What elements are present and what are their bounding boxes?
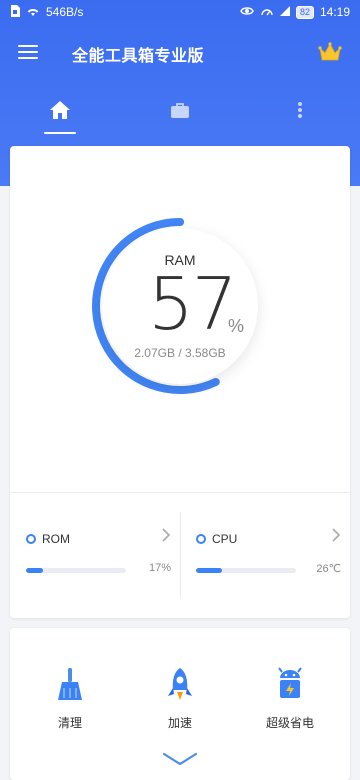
broom-icon: [50, 664, 90, 704]
app-bar: 全能工具箱专业版: [0, 30, 360, 78]
toolbox-tab[interactable]: [120, 90, 240, 134]
home-icon: [49, 100, 71, 125]
cpu-label: CPU: [212, 532, 238, 546]
vip-button[interactable]: [306, 30, 354, 78]
ram-gauge[interactable]: RAM 57 % 2.07GB / 3.58GB: [90, 216, 270, 396]
eye-icon: [240, 5, 254, 19]
more-vertical-icon: [297, 101, 303, 124]
hamburger-menu-icon: [18, 44, 38, 65]
cpu-metric[interactable]: CPU 26℃: [190, 526, 345, 586]
android-battery-icon: [270, 664, 310, 704]
memory-card: RAM 57 % 2.07GB / 3.58GB ROM 17% CPU 26℃: [10, 146, 350, 618]
rom-progress-track: [26, 568, 126, 573]
menu-button[interactable]: [0, 30, 56, 78]
chevron-right-icon: [161, 528, 171, 547]
quick-tools-card: 清理 加速 超级省电: [10, 628, 350, 780]
divider: [180, 512, 181, 598]
power-saving-label: 超级省电: [265, 716, 314, 730]
rom-metric[interactable]: ROM 17%: [20, 526, 175, 586]
rocket-icon: [160, 664, 200, 704]
crown-icon: [318, 41, 342, 67]
ram-percent-unit: %: [228, 316, 245, 336]
tab-bar: [0, 90, 360, 134]
signal-icon: [279, 5, 290, 19]
battery-indicator: 82: [295, 5, 314, 19]
ram-usage-detail: 2.07GB / 3.58GB: [134, 346, 226, 360]
rom-label: ROM: [42, 532, 70, 546]
status-bar: 546B/s 82 14:19: [0, 0, 360, 24]
clock: 14:19: [319, 5, 350, 19]
cpu-temperature: 26℃: [316, 563, 341, 575]
briefcase-icon: [170, 101, 190, 124]
power-saving-button[interactable]: 超级省电: [250, 664, 330, 744]
cpu-progress-track: [196, 568, 296, 573]
app-title: 全能工具箱专业版: [72, 48, 205, 65]
home-tab[interactable]: [0, 90, 120, 134]
rom-percent: 17%: [148, 562, 171, 574]
wifi-icon: [26, 5, 40, 20]
clean-button[interactable]: 清理: [30, 664, 110, 744]
ram-percent-value: 57: [148, 262, 238, 346]
divider: [10, 492, 350, 493]
boost-button[interactable]: 加速: [140, 664, 220, 744]
expand-button[interactable]: [160, 750, 200, 772]
network-speed: 546B/s: [46, 5, 84, 19]
cpu-progress-fill: [196, 568, 222, 573]
more-tab[interactable]: [240, 90, 360, 134]
rom-dot-icon: [26, 534, 36, 544]
clean-label: 清理: [57, 716, 82, 730]
active-tab-indicator: [44, 132, 76, 134]
cpu-dot-icon: [196, 534, 206, 544]
chevron-right-icon: [331, 528, 341, 547]
rom-progress-fill: [26, 568, 43, 573]
chevron-down-icon: [162, 752, 198, 771]
sim-icon: [10, 4, 20, 20]
speedometer-icon: [260, 5, 274, 20]
boost-label: 加速: [167, 716, 192, 730]
